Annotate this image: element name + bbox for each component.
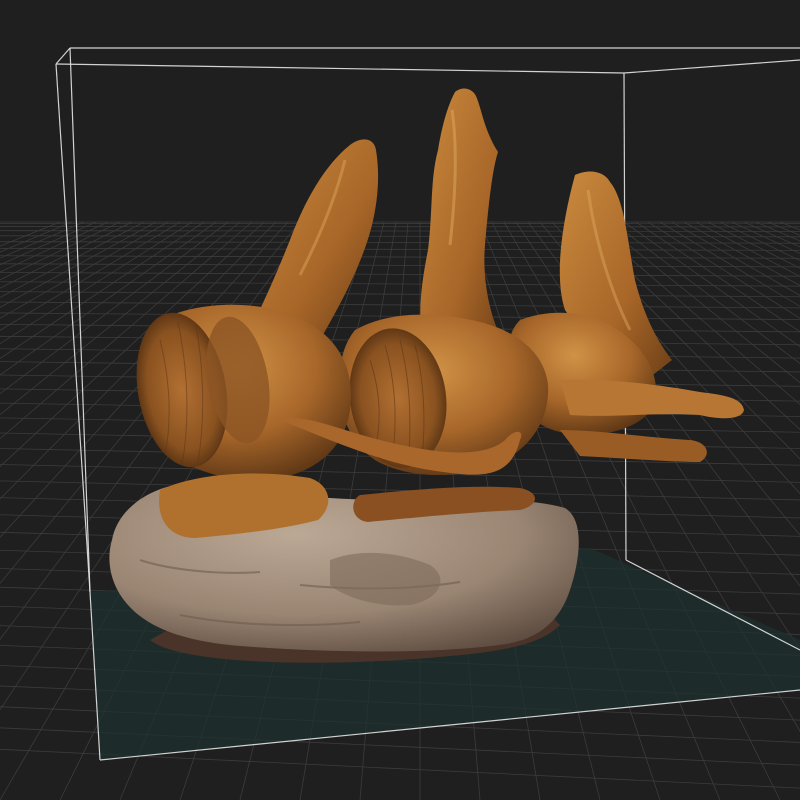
viewport-canvas[interactable]	[0, 0, 800, 800]
3d-viewport[interactable]	[0, 0, 800, 800]
